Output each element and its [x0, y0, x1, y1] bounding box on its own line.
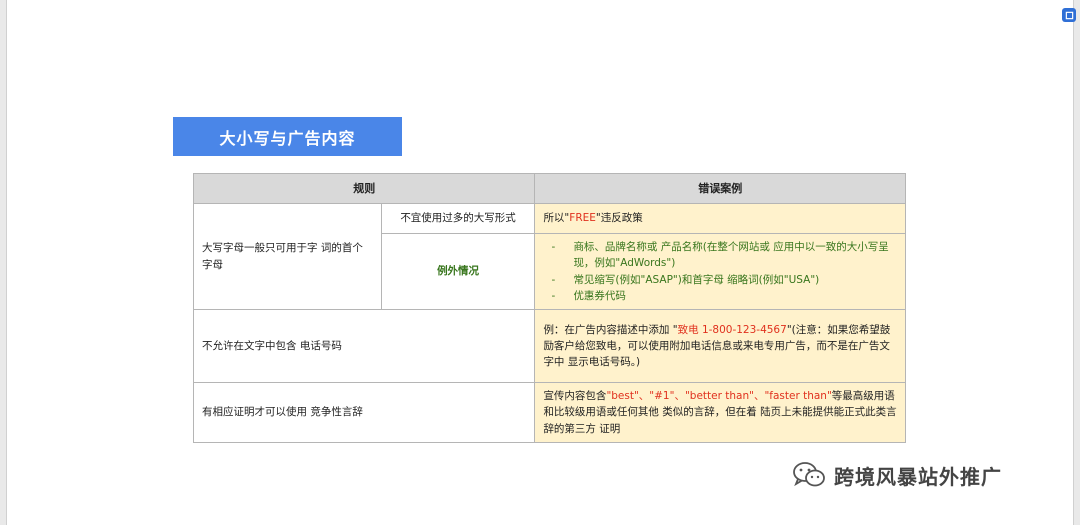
- rules-table: 规则 错误案例 大写字母一般只可用于字 词的首个字母 不宜使用过多的大写形式 所…: [192, 173, 906, 444]
- header-rule: 规则: [192, 173, 536, 204]
- slide-page: 大小写与广告内容 规则 错误案例 大写字母一般只可用于字 词的首个字母 不宜使用…: [6, 0, 1074, 525]
- table-row: 有相应证明才可以使用 竞争性言辞 宣传内容包含"best"、"#1"、"bett…: [192, 382, 906, 444]
- list-item: 常见缩写(例如"ASAP")和首字母 缩略词(例如"USA"): [551, 272, 899, 289]
- watermark: 跨境风暴站外推广: [792, 460, 1002, 490]
- example-claims: 宣传内容包含"best"、"#1"、"better than"、"faster …: [534, 382, 906, 444]
- header-example: 错误案例: [534, 173, 906, 204]
- list-item: 商标、品牌名称或 产品名称(在整个网站或 应用中以一致的大小写呈现，例如"AdW…: [551, 239, 899, 272]
- table-header-row: 规则 错误案例: [192, 173, 906, 204]
- rule-capitalization: 大写字母一般只可用于字 词的首个字母: [193, 202, 382, 311]
- sub-rule-excess-caps: 不宜使用过多的大写形式: [380, 203, 536, 234]
- rule-competitive-claims: 有相应证明才可以使用 竞争性言辞: [192, 382, 536, 444]
- section-title: 大小写与广告内容: [173, 117, 402, 156]
- table-row: 不允许在文字中包含 电话号码 例：在广告内容描述中添加 "致电 1-800-12…: [192, 309, 906, 384]
- exceptions-list: 商标、品牌名称或 产品名称(在整个网站或 应用中以一致的大小写呈现，例如"AdW…: [535, 239, 905, 304]
- table-row: 大写字母一般只可用于字 词的首个字母 不宜使用过多的大写形式 所以"FREE"违…: [193, 202, 906, 311]
- example-phone: 例：在广告内容描述中添加 "致电 1-800-123-4567"(注意：如果您希…: [534, 309, 906, 384]
- exceptions-cell: 商标、品牌名称或 产品名称(在整个网站或 应用中以一致的大小写呈现，例如"AdW…: [534, 232, 906, 311]
- rule-phone-number: 不允许在文字中包含 电话号码: [192, 309, 536, 384]
- expand-icon[interactable]: [1062, 8, 1076, 22]
- highlight-claims: "best"、"#1"、"better than"、"faster than": [606, 390, 832, 403]
- watermark-text: 跨境风暴站外推广: [834, 464, 1002, 489]
- highlight-phone: 致电 1-800-123-4567: [677, 323, 787, 336]
- highlight-free: FREE: [569, 212, 596, 225]
- example-free: 所以"FREE"违反政策: [534, 203, 906, 234]
- wechat-icon: [793, 462, 825, 487]
- list-item: 优惠券代码: [551, 288, 899, 305]
- sub-rule-exceptions: 例外情况: [380, 232, 536, 311]
